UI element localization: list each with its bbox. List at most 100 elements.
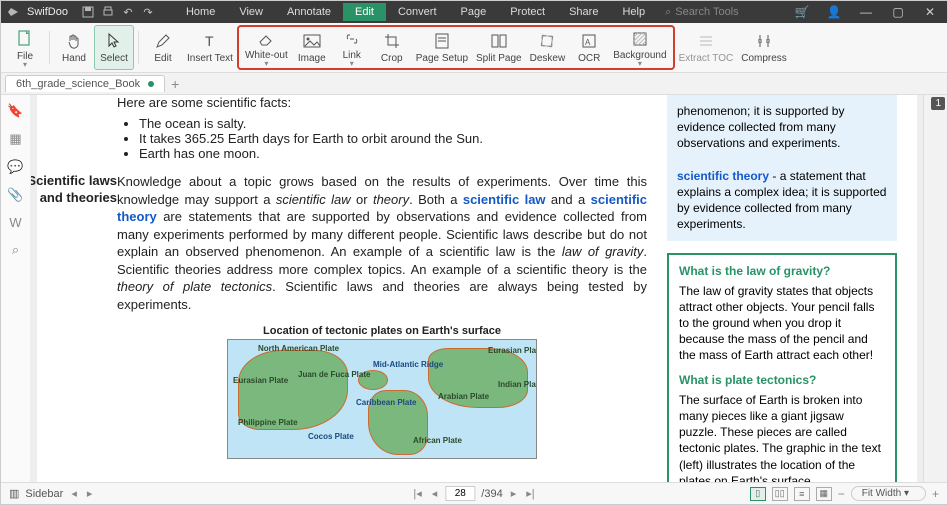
compress-button[interactable]: Compress (737, 25, 791, 70)
page-number-input[interactable] (445, 486, 475, 501)
answer-text: The law of gravity states that objects a… (679, 283, 885, 364)
fact-item: Earth has one moon. (139, 146, 647, 161)
document-tab-name: 6th_grade_science_Book (16, 78, 140, 90)
document-tab[interactable]: 6th_grade_science_Book (5, 75, 165, 92)
zoom-in-button[interactable]: + (932, 487, 939, 501)
zoom-out-button[interactable]: − (838, 487, 845, 501)
side-heading: Scientific lawsand theories (31, 173, 117, 207)
user-icon[interactable]: 👤 (823, 3, 845, 21)
document-viewport[interactable]: Here are some scientific facts: The ocea… (31, 95, 923, 482)
side-toolbar: 🔖 ▦ 💬 📎 W ⌕ (1, 95, 31, 482)
map-image: North American Plate Eurasian Plate Juan… (227, 339, 537, 459)
deskew-button[interactable]: Deskew (526, 27, 570, 68)
view-facing-button[interactable]: ▯▯ (772, 487, 788, 501)
menu-protect[interactable]: Protect (498, 3, 557, 21)
pencil-icon (155, 31, 171, 51)
crop-icon (384, 31, 400, 51)
bookmark-icon[interactable]: 🔖 (7, 103, 23, 119)
page: Here are some scientific facts: The ocea… (37, 95, 917, 482)
close-button[interactable]: ✕ (919, 3, 941, 21)
fact-item: It takes 365.25 Earth days for Earth to … (139, 131, 647, 146)
svg-text:T: T (205, 33, 214, 49)
comments-icon[interactable]: 💬 (7, 159, 23, 175)
next-view-button[interactable]: ▸ (85, 487, 95, 500)
eraser-icon (257, 29, 275, 48)
ribbon: File▾ Hand Select Edit T Insert Text Whi… (1, 23, 947, 73)
question-box: What is the law of gravity? The law of g… (667, 253, 897, 483)
undo-icon[interactable]: ↶ (122, 6, 134, 18)
attachment-icon[interactable]: 📎 (7, 187, 23, 203)
ocr-icon: A (581, 31, 597, 51)
link-icon (343, 29, 361, 48)
image-button[interactable]: Image (292, 27, 332, 68)
modified-indicator-icon (148, 81, 154, 87)
sidebar-toggle-icon[interactable]: ▥ (9, 487, 19, 500)
scrollbar[interactable]: 1 (923, 95, 947, 482)
answer-text: The surface of Earth is broken into many… (679, 392, 885, 482)
split-page-button[interactable]: Split Page (472, 27, 526, 68)
menu-home[interactable]: Home (174, 3, 227, 21)
menu-convert[interactable]: Convert (386, 3, 449, 21)
extract-toc-button[interactable]: Extract TOC (675, 25, 738, 70)
app-logo-icon (7, 6, 19, 18)
prev-page-button[interactable]: ◂ (430, 487, 440, 500)
search-panel-icon[interactable]: ⌕ (12, 242, 19, 258)
save-icon[interactable] (82, 6, 94, 18)
cart-icon[interactable]: 🛒 (791, 3, 813, 21)
titlebar: SwifDoo ↶ ↷ Home View Annotate Edit Conv… (1, 1, 947, 23)
fact-item: The ocean is salty. (139, 116, 647, 131)
ocr-button[interactable]: A OCR (569, 27, 609, 68)
compress-icon (756, 31, 772, 51)
thumbnails-icon[interactable]: ▦ (9, 131, 21, 147)
redo-icon[interactable]: ↷ (142, 6, 154, 18)
menu-help[interactable]: Help (610, 3, 657, 21)
map-figure: Location of tectonic plates on Earth's s… (117, 325, 647, 459)
zoom-select[interactable]: Fit Width ▾ (851, 486, 926, 501)
statusbar: ▥ Sidebar ◂ ▸ |◂ ◂ /394 ▸ ▸| ▯ ▯▯ ≡ ▦ − … (1, 482, 947, 504)
minimize-button[interactable]: — (855, 3, 877, 21)
svg-text:A: A (585, 38, 591, 47)
sidebar-label[interactable]: Sidebar (25, 488, 63, 500)
view-single-button[interactable]: ▯ (750, 487, 766, 501)
text-tool-icon[interactable]: W (9, 215, 21, 230)
maximize-button[interactable]: ▢ (887, 3, 909, 21)
view-grid-button[interactable]: ▦ (816, 487, 832, 501)
deskew-icon (539, 31, 555, 51)
menu-view[interactable]: View (227, 3, 275, 21)
edit-button[interactable]: Edit (143, 25, 183, 70)
question-heading: What is plate tectonics? (679, 372, 885, 388)
first-page-button[interactable]: |◂ (411, 487, 423, 500)
view-continuous-button[interactable]: ≡ (794, 487, 810, 501)
link-scientific-law[interactable]: scientific law (463, 192, 546, 207)
menu-annotate[interactable]: Annotate (275, 3, 343, 21)
add-tab-button[interactable]: + (171, 76, 179, 92)
page-setup-icon (435, 31, 449, 51)
background-button[interactable]: Background▾ (609, 27, 670, 68)
select-button[interactable]: Select (94, 25, 134, 70)
document-tabbar: 6th_grade_science_Book + (1, 73, 947, 95)
body-paragraph: Knowledge about a topic grows based on t… (117, 173, 647, 313)
menu-edit[interactable]: Edit (343, 3, 386, 21)
last-page-button[interactable]: ▸| (524, 487, 536, 500)
hand-button[interactable]: Hand (54, 25, 94, 70)
menu-share[interactable]: Share (557, 3, 610, 21)
next-page-button[interactable]: ▸ (509, 487, 519, 500)
toc-icon (698, 31, 714, 51)
link-scientific-theory-def[interactable]: scientific theory (677, 169, 769, 183)
app-name: SwifDoo (27, 6, 68, 18)
search-tools[interactable]: ⌕Search Tools (665, 6, 739, 19)
menu-page[interactable]: Page (449, 3, 499, 21)
print-icon[interactable] (102, 6, 114, 18)
insert-text-button[interactable]: T Insert Text (183, 25, 237, 70)
intro-text: Here are some scientific facts: (117, 95, 647, 110)
file-button[interactable]: File▾ (5, 25, 45, 70)
whiteout-button[interactable]: White-out▾ (241, 27, 292, 68)
text-icon: T (202, 31, 218, 51)
link-button[interactable]: Link▾ (332, 27, 372, 68)
image-icon (303, 31, 321, 51)
page-setup-button[interactable]: Page Setup (412, 27, 472, 68)
crop-button[interactable]: Crop (372, 27, 412, 68)
prev-view-button[interactable]: ◂ (69, 487, 79, 500)
menubar: Home View Annotate Edit Convert Page Pro… (174, 3, 657, 21)
page-badge: 1 (931, 97, 945, 110)
